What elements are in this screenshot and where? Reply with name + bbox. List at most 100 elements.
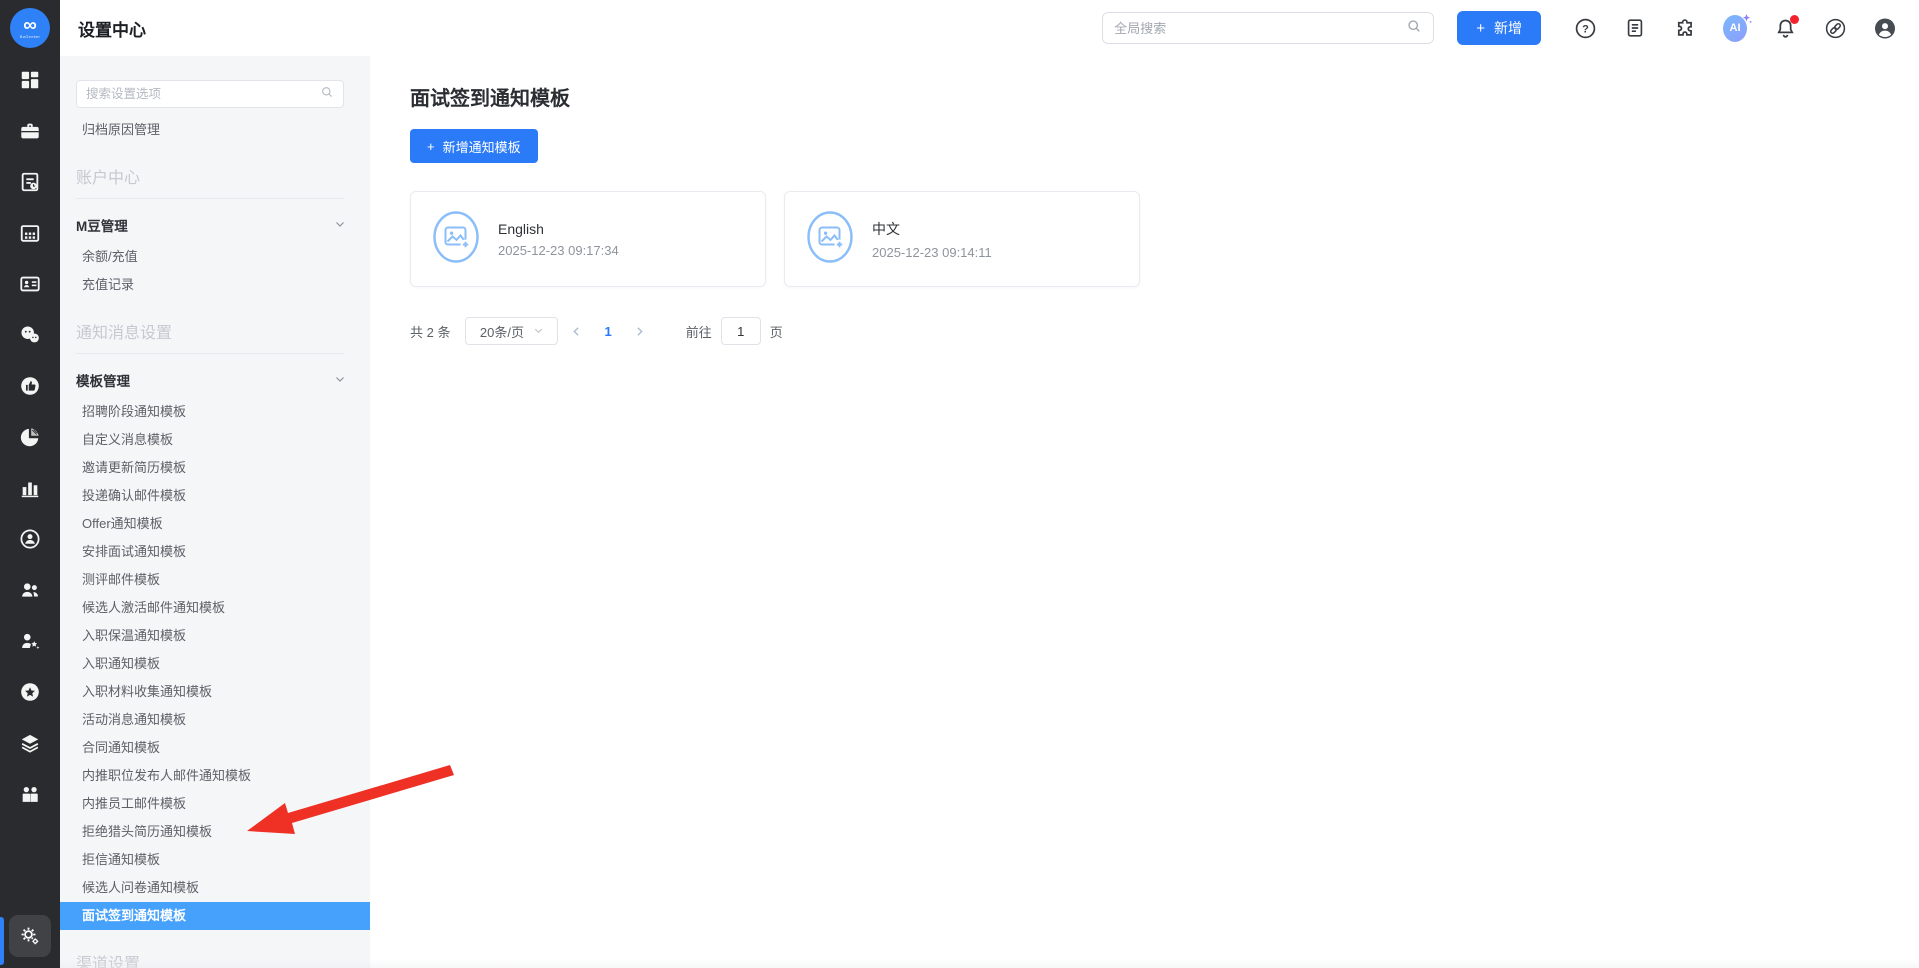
sidebar-item-interview-checkin-selected[interactable]: 面试签到通知模板: [60, 902, 370, 930]
image-template-icon: [432, 210, 480, 269]
help-icon[interactable]: ?: [1573, 16, 1597, 40]
sidebar-item[interactable]: Offer通知模板: [60, 510, 370, 538]
puzzle-plugin-icon[interactable]: [1673, 16, 1697, 40]
plus-icon: +: [427, 138, 435, 154]
content-row: 归档原因管理 账户中心 M豆管理 余额/充值 充值记录 通知消息设置 模板管理 …: [60, 56, 1919, 968]
sidebar-group-mdou[interactable]: M豆管理: [60, 207, 370, 243]
sidebar-section-title: 账户中心: [76, 164, 344, 199]
card-timestamp: 2025-12-23 09:14:11: [872, 244, 992, 260]
id-card-icon[interactable]: [19, 273, 41, 295]
sidebar-item[interactable]: 招聘阶段通知模板: [60, 398, 370, 426]
sidebar-item[interactable]: 邀请更新简历模板: [60, 454, 370, 482]
sidebar-item[interactable]: 入职材料收集通知模板: [60, 678, 370, 706]
sidebar-search-input[interactable]: [86, 87, 320, 101]
pagination: 共 2 条 20条/页 1 前往 页: [410, 317, 1919, 345]
layers-icon[interactable]: [19, 732, 41, 754]
star-circle-icon[interactable]: [19, 681, 41, 703]
resume-report-icon[interactable]: [19, 171, 41, 193]
svg-text:?: ?: [1582, 23, 1589, 35]
template-card-chinese[interactable]: 中文 2025-12-23 09:14:11: [784, 191, 1140, 287]
sidebar-group-label: M豆管理: [76, 219, 128, 234]
logo-subtext: BoGeeker: [19, 33, 41, 39]
sidebar-item[interactable]: 入职保温通知模板: [60, 622, 370, 650]
active-page-indicator: [0, 917, 4, 965]
sidebar-item[interactable]: 拒信通知模板: [60, 846, 370, 874]
members-icon[interactable]: [19, 783, 41, 805]
global-search-input[interactable]: [1114, 20, 1407, 36]
sidebar-item[interactable]: 充值记录: [60, 271, 370, 299]
header-new-button-label: 新增: [1494, 20, 1522, 36]
rail-icon-list: [19, 69, 41, 805]
ai-assistant-icon[interactable]: AI: [1723, 14, 1752, 42]
search-icon: [1406, 18, 1422, 39]
card-timestamp: 2025-12-23 09:17:34: [498, 242, 619, 258]
header-icon-group: ? AI: [1573, 14, 1897, 42]
document-icon[interactable]: [1623, 16, 1647, 40]
dashboard-icon[interactable]: [19, 69, 41, 91]
search-icon: [320, 85, 334, 104]
template-card-english[interactable]: English 2025-12-23 09:17:34: [410, 191, 766, 287]
wechat-icon[interactable]: [19, 324, 41, 346]
app-rail: ∞ BoGeeker: [0, 0, 60, 968]
team-icon[interactable]: [19, 579, 41, 601]
main-content: 面试签到通知模板 + 新增通知模板 English 2025-12-23 09:…: [370, 56, 1919, 968]
next-page-icon[interactable]: [631, 322, 649, 340]
settings-gear-icon[interactable]: [9, 915, 51, 957]
page-title: 设置中心: [78, 20, 146, 40]
thumbs-up-icon[interactable]: [19, 375, 41, 397]
infinity-logo-icon: ∞: [23, 14, 37, 36]
bar-chart-icon[interactable]: [19, 477, 41, 499]
sidebar-item[interactable]: 活动消息通知模板: [60, 706, 370, 734]
talent-stars-icon[interactable]: [19, 630, 41, 652]
add-template-button[interactable]: + 新增通知模板: [410, 129, 538, 163]
sidebar-item[interactable]: 余额/充值: [60, 243, 370, 271]
settings-sidebar: 归档原因管理 账户中心 M豆管理 余额/充值 充值记录 通知消息设置 模板管理 …: [60, 56, 370, 968]
user-avatar[interactable]: [1873, 16, 1897, 40]
pie-chart-icon[interactable]: [19, 426, 41, 448]
sidebar-item[interactable]: 自定义消息模板: [60, 426, 370, 454]
template-card-list: English 2025-12-23 09:17:34 中文 2025-12-2…: [410, 191, 1919, 287]
sidebar-group-templates[interactable]: 模板管理: [60, 362, 370, 398]
goto-page: 前往 页: [686, 317, 783, 345]
briefcase-icon[interactable]: [19, 120, 41, 142]
rail-bottom: [0, 904, 60, 968]
page-size-select[interactable]: 20条/页: [465, 317, 559, 345]
chevron-down-icon: [533, 324, 544, 339]
sidebar-item[interactable]: 内推员工邮件模板: [60, 790, 370, 818]
top-header: 设置中心 + 新增 ?: [60, 0, 1919, 56]
content-title: 面试签到通知模板: [410, 88, 570, 110]
chevron-down-icon: [334, 218, 346, 233]
right-column: 设置中心 + 新增 ?: [60, 0, 1919, 968]
link-chain-icon[interactable]: [1823, 16, 1847, 40]
assessment-person-icon[interactable]: [19, 528, 41, 550]
global-search: [1102, 12, 1435, 44]
goto-page-input[interactable]: [720, 317, 761, 345]
sidebar-item[interactable]: 合同通知模板: [60, 734, 370, 762]
sidebar-item[interactable]: 测评邮件模板: [60, 566, 370, 594]
sidebar-item[interactable]: 入职通知模板: [60, 650, 370, 678]
sidebar-item[interactable]: 候选人问卷通知模板: [60, 874, 370, 902]
sidebar-item[interactable]: 拒绝猎头简历通知模板: [60, 818, 370, 846]
image-template-icon: [806, 210, 854, 269]
sidebar-item[interactable]: 内推职位发布人邮件通知模板: [60, 762, 370, 790]
sidebar-item[interactable]: 归档原因管理: [60, 116, 370, 144]
sidebar-group-label: 模板管理: [76, 374, 130, 389]
current-page[interactable]: 1: [604, 324, 611, 339]
sidebar-item[interactable]: 安排面试通知模板: [60, 538, 370, 566]
page-size-value: 20条/页: [479, 324, 524, 340]
notifications-bell-icon[interactable]: [1773, 15, 1799, 40]
app-logo[interactable]: ∞ BoGeeker: [10, 8, 50, 48]
calendar-icon[interactable]: [19, 222, 41, 244]
card-title: English: [498, 220, 544, 237]
sidebar-section-title: 通知消息设置: [76, 319, 344, 354]
add-template-button-label: 新增通知模板: [442, 139, 521, 155]
sidebar-section-title: 渠道设置: [76, 950, 344, 968]
goto-label: 前往: [685, 324, 712, 340]
pagination-total: 共 2 条: [410, 324, 451, 340]
prev-page-icon[interactable]: [567, 322, 585, 340]
header-new-button[interactable]: + 新增: [1457, 11, 1541, 45]
card-info: English 2025-12-23 09:17:34: [498, 221, 619, 258]
page-unit-label: 页: [769, 324, 783, 340]
sidebar-item[interactable]: 投递确认邮件模板: [60, 482, 370, 510]
sidebar-item[interactable]: 候选人激活邮件通知模板: [60, 594, 370, 622]
